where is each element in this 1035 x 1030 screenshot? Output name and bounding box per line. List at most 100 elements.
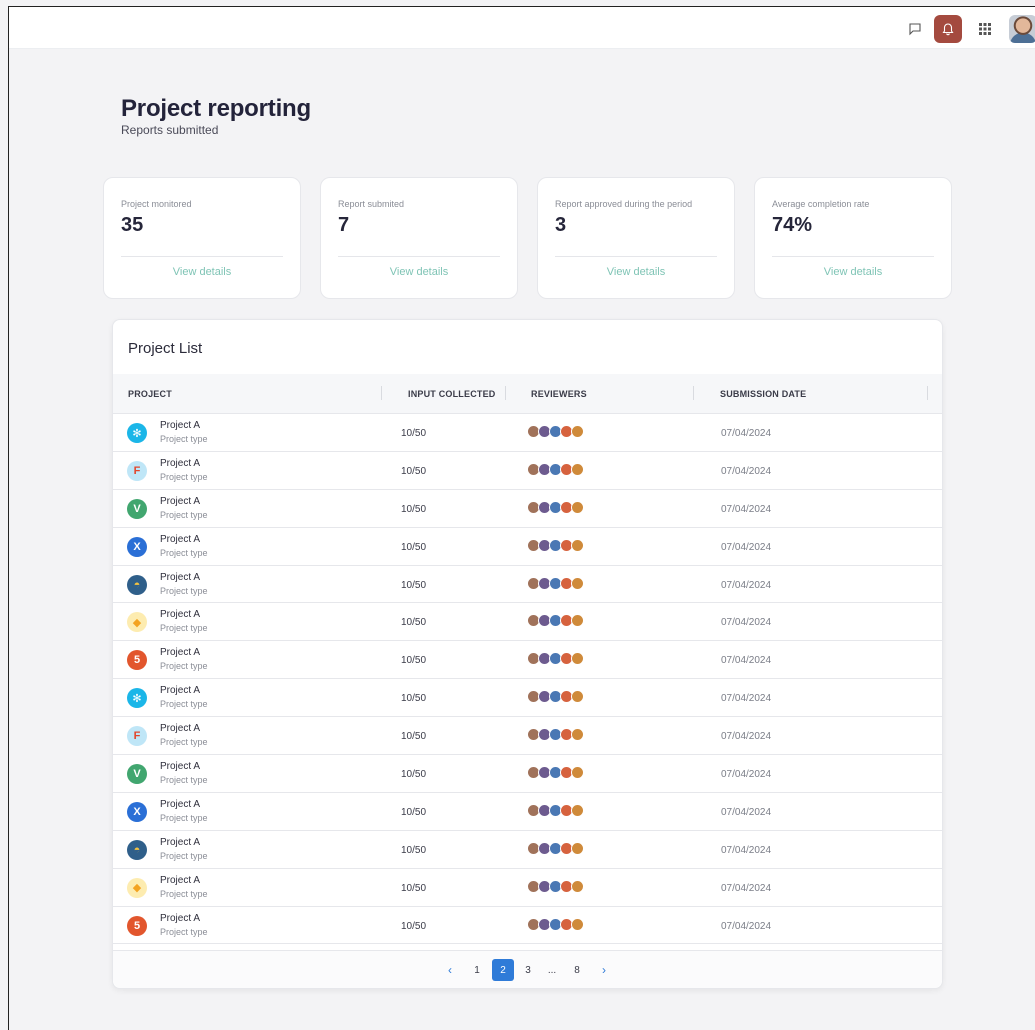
project-type: Project type — [160, 661, 208, 672]
vue-icon: V — [127, 498, 147, 519]
project-name[interactable]: Project A — [160, 761, 200, 772]
view-details-link[interactable]: View details — [104, 266, 300, 278]
table-row[interactable]: V Project A Project type 10/50 07/04/2024 — [113, 755, 942, 793]
reviewer-avatars[interactable] — [527, 690, 584, 704]
reviewer-avatar[interactable] — [571, 766, 584, 780]
reviewer-avatars[interactable] — [527, 614, 584, 628]
project-name[interactable]: Project A — [160, 572, 200, 583]
reviewer-avatar[interactable] — [571, 614, 584, 628]
input-collected: 10/50 — [401, 769, 427, 781]
project-name[interactable]: Project A — [160, 420, 200, 431]
input-collected: 10/50 — [401, 920, 427, 932]
column-header-input-collected[interactable]: INPUT COLLECTED — [408, 389, 496, 399]
project-name[interactable]: Project A — [160, 534, 200, 545]
apps-button[interactable] — [971, 15, 999, 43]
table-body: ✻ Project A Project type 10/50 07/04/2024 F Pr… — [113, 414, 942, 945]
table-row[interactable]: ✻ Project A Project type 10/50 07/04/2024 — [113, 414, 942, 452]
table-row[interactable]: F Project A Project type 10/50 07/04/2024 — [113, 717, 942, 756]
reviewer-avatars[interactable] — [527, 766, 584, 780]
table-row[interactable]: ◆ Project A Project type 10/50 07/04/2024 — [113, 603, 942, 642]
reviewer-avatar[interactable] — [571, 728, 584, 742]
input-collected: 10/50 — [401, 503, 427, 515]
project-name[interactable]: Project A — [160, 799, 200, 810]
reviewer-avatar[interactable] — [571, 803, 584, 817]
project-name[interactable]: Project A — [160, 913, 200, 924]
page-ellipsis: ... — [547, 964, 557, 976]
next-page-button[interactable]: › — [594, 959, 614, 981]
table-row[interactable]: ✻ Project A Project type 10/50 07/04/2024 — [113, 679, 942, 718]
submission-date: 07/04/2024 — [721, 541, 772, 553]
reviewer-avatar[interactable] — [571, 879, 584, 893]
divider — [338, 256, 500, 257]
reviewer-avatar[interactable] — [571, 841, 584, 855]
submission-date: 07/04/2024 — [721, 920, 772, 932]
project-name[interactable]: Project A — [160, 458, 200, 469]
project-type: Project type — [160, 585, 208, 596]
view-details-link[interactable]: View details — [538, 266, 734, 278]
table-row[interactable]: X Project A Project type 10/50 07/04/2024 — [113, 793, 942, 831]
input-collected: 10/50 — [401, 428, 427, 439]
bell-icon — [942, 23, 954, 36]
reviewer-avatars[interactable] — [527, 652, 584, 666]
reviewer-avatar[interactable] — [571, 690, 584, 704]
reviewer-avatars[interactable] — [527, 879, 584, 894]
reviewer-avatars[interactable] — [527, 576, 584, 591]
table-row[interactable]: ◆ Project A Project type 10/50 07/04/2024 — [113, 869, 942, 907]
page-button-3[interactable]: 3 — [518, 959, 538, 981]
table-row[interactable]: ◓ Project A Project type 10/50 07/04/2024 — [113, 566, 942, 604]
view-details-link[interactable]: View details — [321, 266, 517, 278]
project-name[interactable]: Project A — [160, 496, 200, 507]
reviewer-avatars[interactable] — [527, 803, 584, 818]
column-header-reviewers[interactable]: REVIEWERS — [531, 389, 587, 399]
column-separator — [693, 386, 694, 400]
divider — [121, 256, 283, 257]
project-name[interactable]: Project A — [160, 685, 200, 696]
apps-grid-icon — [979, 23, 991, 35]
reviewer-avatars[interactable] — [527, 462, 584, 477]
page-button-8[interactable]: 8 — [567, 959, 587, 981]
table-row[interactable]: 5 Project A Project type 10/50 07/04/2024 — [113, 641, 942, 680]
project-name[interactable]: Project A — [160, 609, 200, 620]
view-details-link[interactable]: View details — [755, 266, 951, 278]
project-type: Project type — [160, 547, 208, 558]
page-button-2[interactable]: 2 — [492, 959, 514, 981]
project-name[interactable]: Project A — [160, 723, 200, 734]
reviewer-avatar[interactable] — [571, 576, 584, 590]
project-name[interactable]: Project A — [160, 647, 200, 658]
reviewer-avatar[interactable] — [571, 917, 584, 931]
top-bar — [9, 7, 1035, 49]
page-button-1[interactable]: 1 — [467, 959, 487, 981]
submission-date: 07/04/2024 — [721, 769, 772, 781]
table-row[interactable]: 5 Project A Project type 10/50 07/04/2024 — [113, 907, 942, 945]
reviewer-avatars[interactable] — [527, 425, 584, 439]
submission-date: 07/04/2024 — [721, 693, 772, 705]
stat-card-report-submitted: Report submited 7 View details — [320, 177, 518, 299]
reviewer-avatar[interactable] — [571, 425, 584, 438]
notifications-button[interactable] — [934, 15, 962, 43]
reviewer-avatar[interactable] — [571, 500, 584, 514]
python-icon: ◓ — [127, 839, 147, 860]
project-type: Project type — [160, 812, 208, 823]
sketch-icon: ◆ — [127, 877, 147, 898]
table-row[interactable]: F Project A Project type 10/50 07/04/2024 — [113, 452, 942, 490]
reviewer-avatars[interactable] — [527, 538, 584, 553]
reviewer-avatars[interactable] — [527, 841, 584, 856]
table-row[interactable]: ◓ Project A Project type 10/50 07/04/2024 — [113, 831, 942, 869]
reviewer-avatars[interactable] — [527, 917, 584, 932]
column-header-project[interactable]: PROJECT — [128, 389, 172, 399]
user-avatar[interactable] — [1009, 15, 1035, 43]
reviewer-avatars[interactable] — [527, 500, 584, 515]
submission-date: 07/04/2024 — [721, 731, 772, 743]
reviewer-avatar[interactable] — [571, 538, 584, 552]
reviewer-avatar[interactable] — [571, 462, 584, 476]
table-row[interactable]: X Project A Project type 10/50 07/04/2024 — [113, 528, 942, 566]
project-name[interactable]: Project A — [160, 837, 200, 848]
reviewer-avatars[interactable] — [527, 728, 584, 742]
table-row[interactable]: V Project A Project type 10/50 07/04/2024 — [113, 490, 942, 528]
react-icon: ✻ — [127, 688, 147, 709]
prev-page-button[interactable]: ‹ — [440, 959, 460, 981]
chat-button[interactable] — [901, 15, 929, 43]
column-header-submission-date[interactable]: SUBMISSION DATE — [720, 389, 806, 399]
reviewer-avatar[interactable] — [571, 652, 584, 666]
project-name[interactable]: Project A — [160, 875, 200, 886]
